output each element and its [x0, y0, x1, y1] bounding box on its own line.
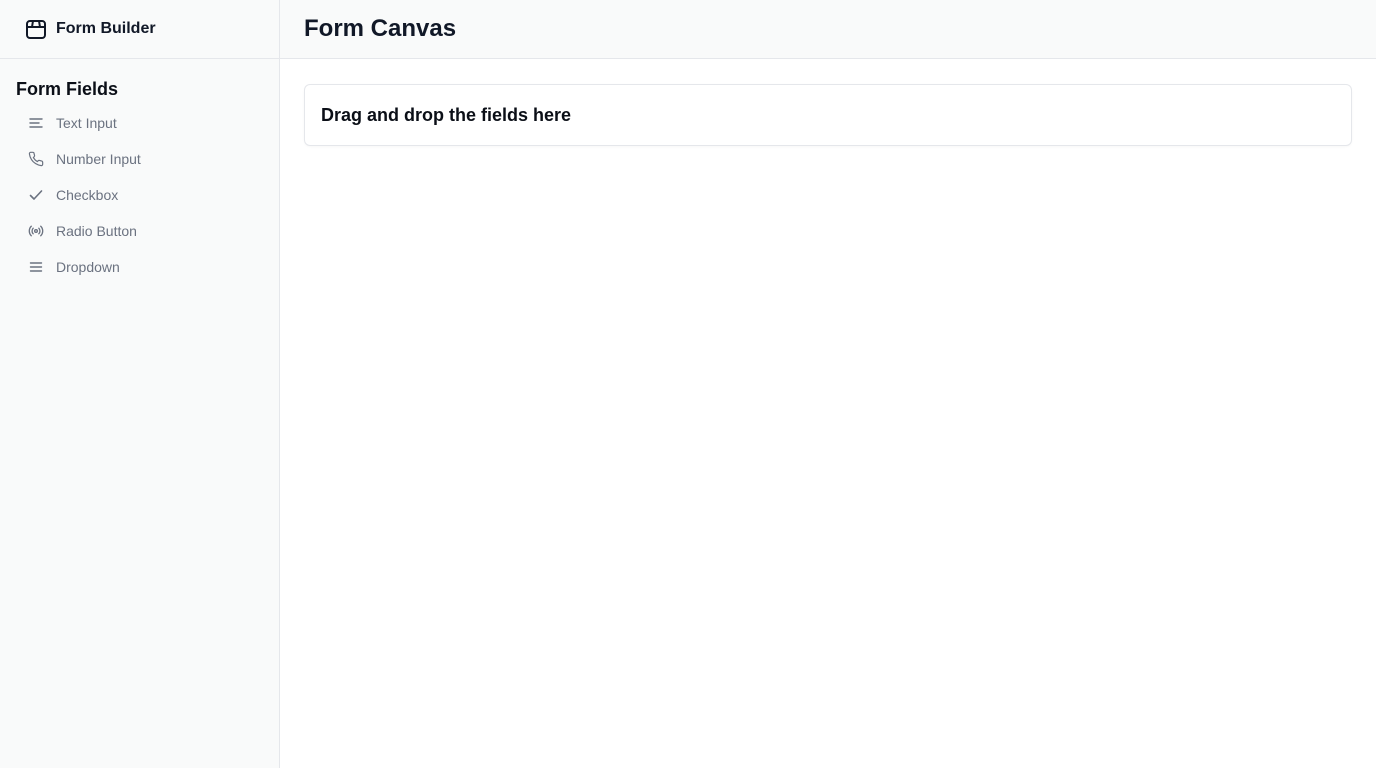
menu-icon — [28, 259, 44, 275]
field-number-input[interactable]: Number Input — [0, 141, 279, 177]
field-dropdown[interactable]: Dropdown — [0, 249, 279, 285]
radio-icon — [28, 223, 44, 239]
field-list: Text Input Number Input Checkbox Radio B… — [0, 105, 279, 285]
check-icon — [28, 187, 44, 203]
field-label: Dropdown — [56, 259, 120, 275]
field-checkbox[interactable]: Checkbox — [0, 177, 279, 213]
brand-header: Form Builder — [0, 0, 279, 59]
text-align-icon — [28, 115, 44, 131]
main-header: Form Canvas — [280, 0, 1376, 59]
field-radio-button[interactable]: Radio Button — [0, 213, 279, 249]
app-title: Form Builder — [56, 20, 156, 37]
form-fields-heading: Form Fields — [16, 79, 119, 99]
phone-icon — [28, 151, 44, 167]
form-drop-zone[interactable]: Drag and drop the fields here — [304, 84, 1352, 146]
field-label: Radio Button — [56, 223, 137, 239]
page-title: Form Canvas — [304, 15, 457, 42]
sidebar: Form Builder Form Fields Text Input Numb… — [0, 0, 280, 768]
field-label: Number Input — [56, 151, 141, 167]
package-icon — [24, 17, 48, 41]
field-text-input[interactable]: Text Input — [0, 105, 279, 141]
field-label: Text Input — [56, 115, 117, 131]
drop-zone-text: Drag and drop the fields here — [321, 104, 572, 125]
field-label: Checkbox — [56, 187, 119, 203]
